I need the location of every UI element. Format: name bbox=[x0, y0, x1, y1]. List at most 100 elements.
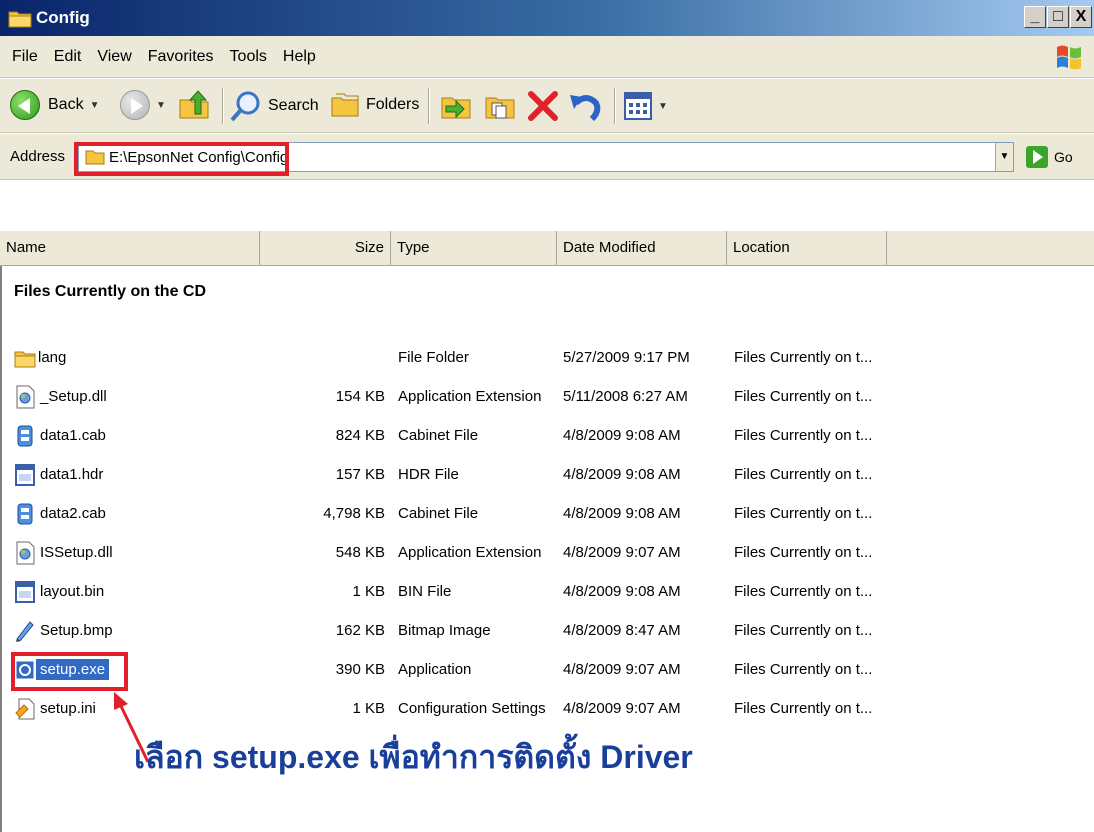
file-date: 4/8/2009 8:47 AM bbox=[563, 622, 681, 639]
menu-help[interactable]: Help bbox=[283, 48, 316, 66]
file-location: Files Currently on t... bbox=[734, 661, 873, 678]
up-folder-button[interactable] bbox=[178, 88, 212, 122]
minimize-button[interactable]: _ bbox=[1024, 6, 1046, 28]
file-size: 548 KB bbox=[335, 544, 385, 561]
maximize-button[interactable]: □ bbox=[1047, 6, 1069, 28]
cabinet-icon bbox=[17, 425, 33, 447]
file-date: 4/8/2009 9:07 AM bbox=[563, 544, 681, 561]
setup-highlight-box bbox=[11, 652, 128, 691]
address-dropdown-button[interactable]: ▼ bbox=[995, 143, 1013, 171]
chevron-down-icon[interactable]: ▼ bbox=[90, 100, 100, 111]
menu-bar: File Edit View Favorites Tools Help bbox=[0, 36, 1094, 78]
forward-button[interactable]: ▼ bbox=[120, 90, 166, 120]
file-size: 162 KB bbox=[335, 622, 385, 639]
file-location: Files Currently on t... bbox=[734, 388, 873, 405]
file-name: layout.bin bbox=[40, 583, 105, 600]
file-date: 5/27/2009 9:17 PM bbox=[563, 349, 690, 366]
file-type: Application bbox=[398, 661, 472, 678]
file-size: 154 KB bbox=[335, 388, 385, 405]
generic-file-icon bbox=[15, 464, 35, 486]
address-highlight-box bbox=[74, 142, 289, 176]
cabinet-icon bbox=[17, 503, 33, 525]
column-location[interactable]: Location bbox=[727, 231, 887, 266]
file-row[interactable]: data2.cab 4,798 KB Cabinet File 4/8/2009… bbox=[0, 496, 1094, 534]
file-row[interactable]: data1.cab 824 KB Cabinet File 4/8/2009 9… bbox=[0, 418, 1094, 456]
file-type: Cabinet File bbox=[398, 427, 479, 444]
move-to-icon[interactable] bbox=[440, 90, 472, 122]
column-size[interactable]: Size bbox=[260, 231, 391, 266]
copy-to-icon[interactable] bbox=[484, 90, 516, 122]
chevron-down-icon[interactable]: ▼ bbox=[156, 100, 166, 111]
address-label: Address bbox=[10, 148, 66, 165]
search-label: Search bbox=[268, 97, 319, 114]
menu-tools[interactable]: Tools bbox=[230, 48, 267, 66]
column-type[interactable]: Type bbox=[391, 231, 557, 266]
views-icon bbox=[624, 92, 652, 120]
file-type: HDR File bbox=[398, 466, 459, 483]
go-button[interactable]: Go bbox=[1026, 146, 1073, 168]
file-row[interactable]: _Setup.dll 154 KB Application Extension … bbox=[0, 379, 1094, 417]
group-title: Files Currently on the CD bbox=[14, 283, 207, 300]
file-size: 824 KB bbox=[335, 427, 385, 444]
menu-view[interactable]: View bbox=[97, 48, 131, 66]
file-row[interactable]: lang File Folder 5/27/2009 9:17 PM Files… bbox=[0, 340, 1094, 378]
folder-icon bbox=[14, 351, 36, 368]
toolbar: Back ▼ ▼ Search Folders ▼ bbox=[0, 79, 1094, 133]
file-row[interactable]: ISSetup.dll 548 KB Application Extension… bbox=[0, 535, 1094, 573]
folder-icon bbox=[8, 11, 32, 28]
file-location: Files Currently on t... bbox=[734, 700, 873, 717]
file-type: File Folder bbox=[398, 349, 469, 366]
file-name: data1.hdr bbox=[40, 466, 104, 483]
go-arrow-icon bbox=[1026, 146, 1048, 168]
file-date: 4/8/2009 9:08 AM bbox=[563, 466, 681, 483]
file-row[interactable]: setup.ini 1 KB Configuration Settings 4/… bbox=[0, 691, 1094, 729]
delete-icon[interactable] bbox=[528, 90, 558, 122]
settings-file-icon bbox=[15, 698, 35, 720]
back-button[interactable]: Back ▼ bbox=[10, 90, 99, 120]
file-date: 4/8/2009 9:07 AM bbox=[563, 661, 681, 678]
file-location: Files Currently on t... bbox=[734, 505, 873, 522]
file-type: Configuration Settings bbox=[398, 700, 546, 717]
instruction-annotation: เลือก setup.exe เพื่อทำการติดตั้ง Driver bbox=[134, 739, 693, 775]
file-date: 4/8/2009 9:07 AM bbox=[563, 700, 681, 717]
bitmap-icon bbox=[16, 621, 34, 642]
column-date-modified[interactable]: Date Modified bbox=[557, 231, 727, 266]
file-location: Files Currently on t... bbox=[734, 583, 873, 600]
go-label: Go bbox=[1054, 149, 1073, 165]
file-row[interactable]: data1.hdr 157 KB HDR File 4/8/2009 9:08 … bbox=[0, 457, 1094, 495]
file-name: ISSetup.dll bbox=[40, 544, 113, 561]
chevron-down-icon[interactable]: ▼ bbox=[658, 101, 668, 112]
undo-icon[interactable] bbox=[568, 89, 602, 123]
close-button[interactable]: X bbox=[1070, 6, 1092, 28]
file-size: 390 KB bbox=[335, 661, 385, 678]
search-button[interactable]: Search bbox=[230, 90, 319, 122]
file-date: 4/8/2009 9:08 AM bbox=[563, 505, 681, 522]
back-label: Back bbox=[48, 96, 84, 113]
file-name: lang bbox=[38, 349, 67, 366]
file-type: BIN File bbox=[398, 583, 452, 600]
file-location: Files Currently on t... bbox=[734, 466, 873, 483]
file-location: Files Currently on t... bbox=[734, 427, 873, 444]
file-type: Application Extension bbox=[398, 544, 542, 561]
menu-favorites[interactable]: Favorites bbox=[148, 48, 214, 66]
search-icon bbox=[230, 91, 260, 122]
file-row[interactable]: layout.bin 1 KB BIN File 4/8/2009 9:08 A… bbox=[0, 574, 1094, 612]
file-row-selected[interactable]: setup.exe 390 KB Application 4/8/2009 9:… bbox=[0, 652, 1094, 690]
folders-icon bbox=[331, 93, 359, 117]
file-location: Files Currently on t... bbox=[734, 622, 873, 639]
back-arrow-icon bbox=[10, 90, 40, 120]
menu-edit[interactable]: Edit bbox=[54, 48, 82, 66]
file-row[interactable]: Setup.bmp 162 KB Bitmap Image 4/8/2009 8… bbox=[0, 613, 1094, 651]
views-button[interactable]: ▼ bbox=[624, 92, 668, 120]
up-folder-icon bbox=[179, 90, 209, 119]
dll-icon bbox=[16, 385, 35, 409]
generic-file-icon bbox=[15, 581, 35, 603]
column-name[interactable]: Name bbox=[0, 231, 260, 266]
file-type: Cabinet File bbox=[398, 505, 479, 522]
folders-button[interactable]: Folders bbox=[330, 90, 419, 120]
file-size: 1 KB bbox=[352, 583, 385, 600]
menu-file[interactable]: File bbox=[12, 48, 38, 66]
file-date: 5/11/2008 6:27 AM bbox=[563, 388, 688, 405]
file-size: 157 KB bbox=[335, 466, 385, 483]
dll-icon bbox=[16, 541, 35, 565]
